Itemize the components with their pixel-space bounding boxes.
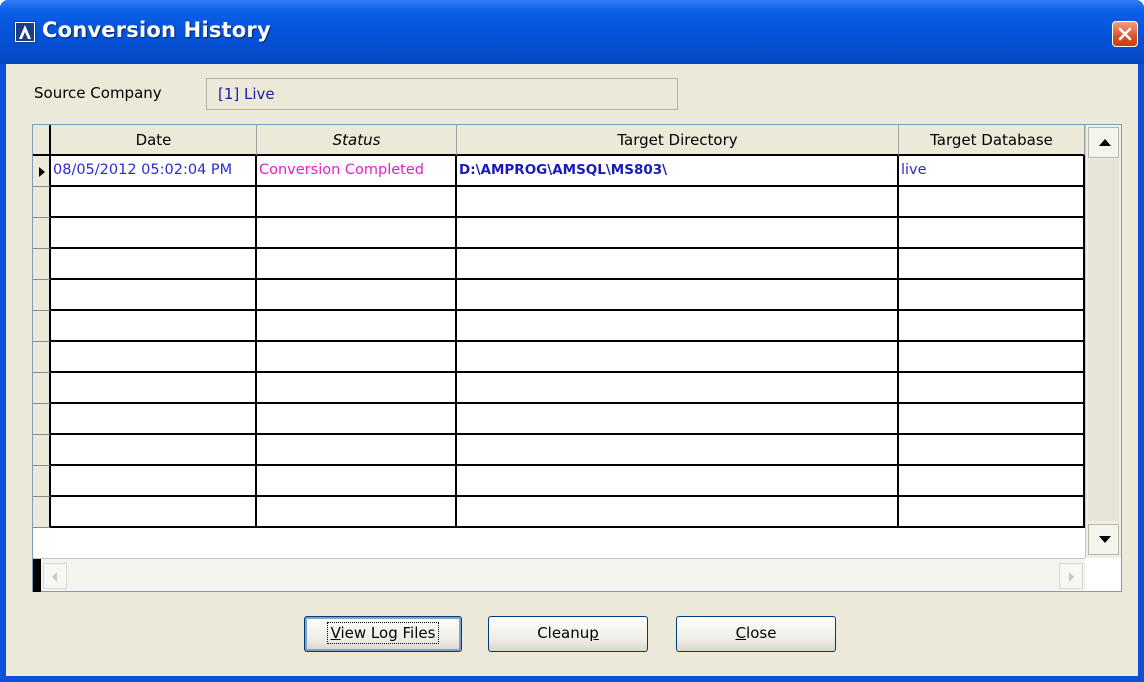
cell-status[interactable]: [257, 497, 457, 528]
cell-status[interactable]: [257, 249, 457, 280]
cell-target-directory[interactable]: [457, 435, 899, 466]
cell-target-database[interactable]: [899, 187, 1085, 218]
current-row-pointer-icon[interactable]: [33, 156, 51, 187]
column-header-date[interactable]: Date: [51, 125, 257, 156]
cell-status[interactable]: [257, 404, 457, 435]
close-post: lose: [746, 624, 777, 642]
row-header[interactable]: [33, 435, 51, 466]
column-header-target-directory[interactable]: Target Directory: [457, 125, 899, 156]
row-header[interactable]: [33, 373, 51, 404]
cell-target-directory[interactable]: [457, 466, 899, 497]
cell-status[interactable]: [257, 373, 457, 404]
window-title: Conversion History: [42, 18, 271, 42]
cell-status[interactable]: [257, 342, 457, 373]
cell-target-database[interactable]: [899, 311, 1085, 342]
row-header[interactable]: [33, 497, 51, 528]
cell-target-database[interactable]: [899, 249, 1085, 280]
title-bar[interactable]: Conversion History: [0, 0, 1144, 64]
cell-date[interactable]: [51, 435, 257, 466]
row-header[interactable]: [33, 311, 51, 342]
cell-target-database[interactable]: [899, 404, 1085, 435]
cell-target-directory[interactable]: [457, 187, 899, 218]
cell-target-directory[interactable]: [457, 280, 899, 311]
cell-target-directory[interactable]: D:\AMPROG\AMSQL\MS803\: [457, 156, 899, 187]
scroll-down-arrow-icon[interactable]: [1088, 524, 1119, 555]
row-header[interactable]: [33, 280, 51, 311]
row-header[interactable]: [33, 187, 51, 218]
cell-target-database[interactable]: [899, 218, 1085, 249]
cell-target-directory[interactable]: [457, 404, 899, 435]
view-log-files-label: View Log Files: [326, 622, 440, 644]
row-header[interactable]: [33, 249, 51, 280]
cleanup-mnemonic: p: [589, 624, 599, 642]
horizontal-scrollbar[interactable]: [33, 558, 1085, 592]
cleanup-pre: Cleanu: [537, 624, 590, 642]
column-header-target-database[interactable]: Target Database: [899, 125, 1085, 156]
grid-corner: [33, 125, 51, 156]
row-header[interactable]: [33, 218, 51, 249]
cell-target-directory[interactable]: [457, 342, 899, 373]
conversion-history-window: Conversion History Source Company [1] Li…: [0, 0, 1144, 682]
cell-target-directory[interactable]: [457, 218, 899, 249]
vertical-scroll-track[interactable]: [1088, 159, 1119, 521]
scroll-left-arrow-icon[interactable]: [43, 563, 67, 589]
close-button[interactable]: Close: [676, 616, 836, 652]
cell-status[interactable]: [257, 187, 457, 218]
cell-date[interactable]: [51, 280, 257, 311]
cell-date[interactable]: [51, 218, 257, 249]
cell-target-database[interactable]: [899, 466, 1085, 497]
cell-date[interactable]: [51, 373, 257, 404]
close-mnemonic: C: [735, 624, 747, 642]
cell-status[interactable]: Conversion Completed: [257, 156, 457, 187]
cell-target-database[interactable]: [899, 497, 1085, 528]
vertical-scrollbar[interactable]: [1085, 125, 1121, 558]
horizontal-scrollbar-edge: [33, 559, 41, 592]
cell-target-database[interactable]: live: [899, 156, 1085, 187]
source-company-label: Source Company: [34, 84, 162, 102]
cell-target-database[interactable]: [899, 373, 1085, 404]
cell-date[interactable]: [51, 311, 257, 342]
cell-status[interactable]: [257, 466, 457, 497]
view-log-files-button[interactable]: View Log Files: [304, 616, 462, 652]
cell-target-database[interactable]: [899, 280, 1085, 311]
view-log-mnemonic: V: [330, 624, 341, 642]
row-header[interactable]: [33, 466, 51, 497]
column-header-status[interactable]: Status: [257, 125, 457, 156]
view-log-post: iew Log Files: [340, 624, 436, 642]
close-icon[interactable]: [1112, 21, 1138, 47]
cell-status[interactable]: [257, 435, 457, 466]
dialog-body: Source Company [1] Live Date Status Targ…: [6, 64, 1138, 676]
cell-date[interactable]: [51, 466, 257, 497]
cell-date[interactable]: [51, 404, 257, 435]
cell-target-database[interactable]: [899, 435, 1085, 466]
scroll-right-arrow-icon[interactable]: [1059, 563, 1083, 589]
cell-date[interactable]: [51, 497, 257, 528]
row-header[interactable]: [33, 342, 51, 373]
cell-status[interactable]: [257, 280, 457, 311]
cell-status[interactable]: [257, 311, 457, 342]
cell-status[interactable]: [257, 218, 457, 249]
app-logo-icon: [14, 21, 36, 43]
cell-target-directory[interactable]: [457, 311, 899, 342]
scroll-up-arrow-icon[interactable]: [1088, 127, 1119, 158]
row-header[interactable]: [33, 404, 51, 435]
conversion-history-grid[interactable]: Date Status Target Directory Target Data…: [32, 124, 1122, 592]
source-company-field: [1] Live: [206, 78, 678, 110]
cell-date[interactable]: [51, 342, 257, 373]
cell-target-directory[interactable]: [457, 373, 899, 404]
cell-target-directory[interactable]: [457, 497, 899, 528]
cell-target-directory[interactable]: [457, 249, 899, 280]
cleanup-button[interactable]: Cleanup: [488, 616, 648, 652]
cell-target-database[interactable]: [899, 342, 1085, 373]
cell-date[interactable]: 08/05/2012 05:02:04 PM: [51, 156, 257, 187]
scrollbar-corner: [1085, 558, 1121, 591]
cell-date[interactable]: [51, 249, 257, 280]
cell-date[interactable]: [51, 187, 257, 218]
